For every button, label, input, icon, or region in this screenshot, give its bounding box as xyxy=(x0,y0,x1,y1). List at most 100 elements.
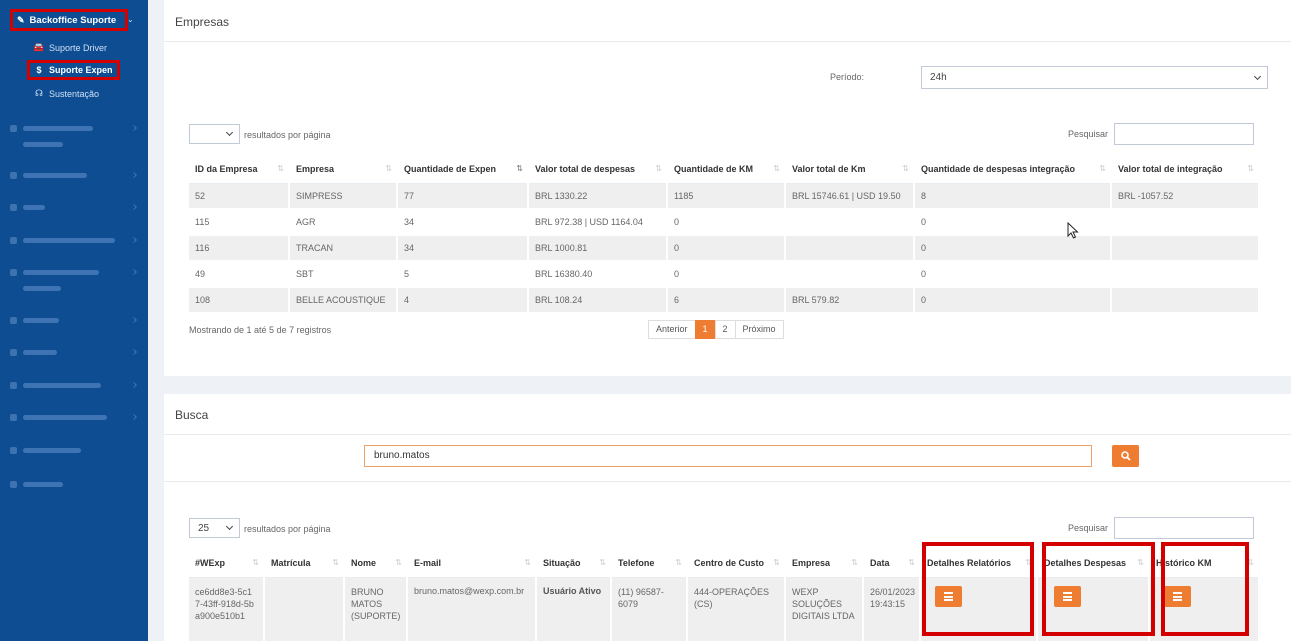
column-header[interactable]: Quantidade de Expen ⇅ xyxy=(397,156,529,184)
column-header-label: Situação xyxy=(543,558,581,569)
column-header[interactable]: Situação ⇅ xyxy=(536,550,612,578)
sort-icon[interactable]: ⇅ xyxy=(332,558,339,567)
table-cell: 6 xyxy=(667,287,786,314)
column-header[interactable]: #WExp ⇅ xyxy=(189,550,265,578)
sort-icon[interactable]: ⇅ xyxy=(902,164,909,173)
sidebar-item-label: Suporte Expen xyxy=(49,65,113,75)
sort-icon[interactable]: ⇅ xyxy=(1025,558,1032,567)
sidebar-item-suporte-expen[interactable]: $ Suporte Expen xyxy=(27,60,120,80)
column-header-label: Histórico KM xyxy=(1156,558,1212,569)
column-header-label: Valor total de integração xyxy=(1118,164,1223,175)
sidebar-item-blurred[interactable] xyxy=(10,442,136,458)
table-search-input[interactable] xyxy=(1114,517,1254,539)
table-cell: 52 xyxy=(189,183,290,210)
periodo-value: 24h xyxy=(930,72,947,83)
cell-centro-custo: 444-OPERAÇÕES (CS) xyxy=(687,577,786,641)
chevron-down-icon[interactable]: ⌄ xyxy=(127,15,134,24)
sidebar-item-blurred[interactable] xyxy=(10,344,137,360)
table-row: ce6dd8e3-5c17-43ff-918d-5ba900e510b1 BRU… xyxy=(189,577,1260,641)
page-size-select[interactable] xyxy=(189,124,240,144)
sidebar-item-blurred[interactable] xyxy=(10,377,137,393)
sort-icon[interactable]: ⇅ xyxy=(851,558,858,567)
sort-icon[interactable]: ⇅ xyxy=(773,558,780,567)
table-cell: SIMPRESS xyxy=(289,183,398,210)
table-cell: BRL 579.82 xyxy=(785,287,915,314)
sidebar-item-blurred[interactable] xyxy=(10,264,137,280)
search-button[interactable] xyxy=(1112,445,1139,467)
table-cell: TRACAN xyxy=(289,235,398,262)
table-cell: 0 xyxy=(914,261,1112,288)
detalhes-despesas-button[interactable] xyxy=(1054,585,1081,607)
sort-icon[interactable]: ⇅ xyxy=(524,558,531,567)
sort-icon[interactable]: ⇅ xyxy=(516,164,523,173)
column-header[interactable]: E-mail ⇅ xyxy=(407,550,537,578)
sort-icon[interactable]: ⇅ xyxy=(1247,164,1254,173)
column-header[interactable]: Valor total de despesas ⇅ xyxy=(528,156,668,184)
pagination-next[interactable]: Próximo xyxy=(734,320,784,339)
table-cell: 0 xyxy=(914,287,1112,314)
sidebar-item-sustentacao[interactable]: ☊ Sustentação xyxy=(33,88,99,99)
sort-icon[interactable]: ⇅ xyxy=(908,558,915,567)
column-header[interactable]: Valor total de integração ⇅ xyxy=(1111,156,1260,184)
sort-icon[interactable]: ⇅ xyxy=(655,164,662,173)
sidebar-item-backoffice-suporte[interactable]: ✎ Backoffice Suporte xyxy=(10,9,128,31)
sidebar-item-suporte-driver[interactable]: 🚘 Suporte Driver xyxy=(33,42,107,53)
column-header[interactable]: Detalhes Relatórios ⇅ xyxy=(920,550,1038,578)
table-row: 116 TRACAN 34 BRL 1000.81 0 0 xyxy=(189,235,1260,262)
column-header[interactable]: Data ⇅ xyxy=(863,550,921,578)
table-cell: 0 xyxy=(667,235,786,262)
search-label: Pesquisar xyxy=(1068,129,1109,139)
sort-icon[interactable]: ⇅ xyxy=(599,558,606,567)
column-header[interactable]: ID da Empresa ⇅ xyxy=(189,156,290,184)
column-header[interactable]: Nome ⇅ xyxy=(344,550,408,578)
column-header[interactable]: Histórico KM ⇅ xyxy=(1149,550,1260,578)
sidebar-item-blurred[interactable] xyxy=(10,476,136,492)
chevron-down-icon xyxy=(225,128,234,137)
panel-title: Busca xyxy=(175,408,209,422)
dollar-icon: $ xyxy=(36,65,42,75)
sort-icon[interactable]: ⇅ xyxy=(395,558,402,567)
page-size-select[interactable]: 25 xyxy=(189,518,240,538)
column-header-label: Detalhes Despesas xyxy=(1044,558,1127,569)
table-cell: BELLE ACOUSTIQUE xyxy=(289,287,398,314)
sort-icon[interactable]: ⇅ xyxy=(1099,164,1106,173)
table-cell: 34 xyxy=(397,235,529,262)
sort-icon[interactable]: ⇅ xyxy=(385,164,392,173)
panel-title: Empresas xyxy=(175,15,230,29)
table-search-input[interactable] xyxy=(1114,123,1254,145)
column-header[interactable]: Quantidade de KM ⇅ xyxy=(667,156,786,184)
sidebar-item-blurred[interactable] xyxy=(10,312,137,328)
cell-empresa: WEXP SOLUÇÕES DIGITAIS LTDA xyxy=(785,577,864,641)
sidebar-item-blurred[interactable] xyxy=(10,232,137,248)
mouse-cursor-icon xyxy=(1067,222,1079,239)
pagination-page-1[interactable]: 1 xyxy=(694,320,716,339)
sidebar-item-blurred[interactable] xyxy=(10,409,137,425)
cell-historico-km xyxy=(1149,577,1260,641)
column-header[interactable]: Empresa ⇅ xyxy=(785,550,864,578)
user-search-input[interactable]: bruno.matos xyxy=(364,445,1092,467)
sidebar-item-blurred[interactable] xyxy=(10,120,137,136)
sort-icon[interactable]: ⇅ xyxy=(277,164,284,173)
column-header[interactable]: Matrícula ⇅ xyxy=(264,550,345,578)
sort-icon[interactable]: ⇅ xyxy=(1137,558,1144,567)
table-cell: 4 xyxy=(397,287,529,314)
sort-icon[interactable]: ⇅ xyxy=(675,558,682,567)
detalhes-relatorios-button[interactable] xyxy=(935,585,962,607)
column-header[interactable]: Telefone ⇅ xyxy=(611,550,688,578)
pagination-prev[interactable]: Anterior xyxy=(648,320,696,339)
column-header[interactable]: Centro de Custo ⇅ xyxy=(687,550,786,578)
column-header[interactable]: Empresa ⇅ xyxy=(289,156,398,184)
pagination-page-2[interactable]: 2 xyxy=(714,320,736,339)
table-cell: 49 xyxy=(189,261,290,288)
sidebar-item-blurred[interactable] xyxy=(10,199,137,215)
column-header[interactable]: Quantidade de despesas integração ⇅ xyxy=(914,156,1112,184)
column-header[interactable]: Detalhes Despesas ⇅ xyxy=(1037,550,1150,578)
busca-panel: Busca bruno.matos 25 resultados por pági… xyxy=(164,394,1291,641)
column-header[interactable]: Valor total de Km ⇅ xyxy=(785,156,915,184)
sidebar-item-blurred[interactable] xyxy=(10,167,137,183)
sort-icon[interactable]: ⇅ xyxy=(252,558,259,567)
sort-icon[interactable]: ⇅ xyxy=(773,164,780,173)
historico-km-button[interactable] xyxy=(1164,585,1191,607)
periodo-select[interactable]: 24h xyxy=(921,66,1268,89)
sort-icon[interactable]: ⇅ xyxy=(1247,558,1254,567)
